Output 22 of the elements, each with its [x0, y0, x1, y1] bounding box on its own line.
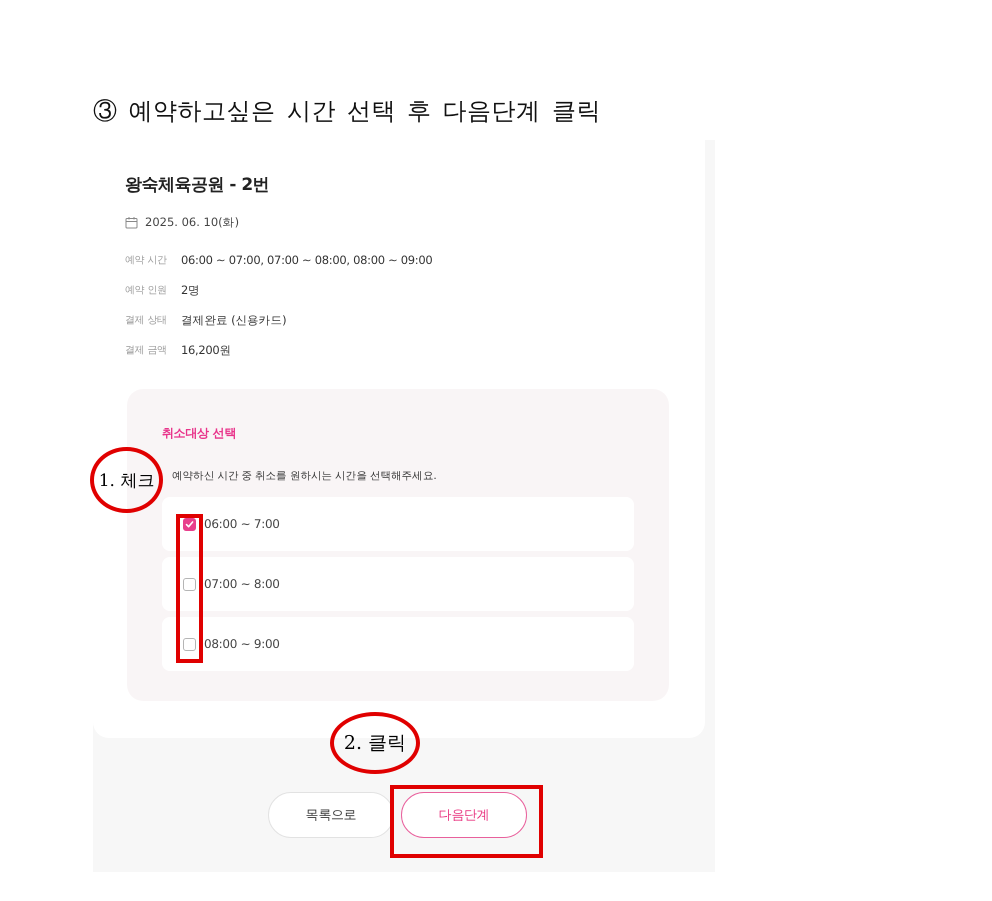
facility-title: 왕숙체육공원 - 2번 [125, 174, 270, 196]
time-option-row[interactable]: 07:00 ~ 8:00 [162, 557, 634, 611]
detail-label: 예약 인원 [125, 284, 168, 297]
detail-value: 결제완료 (신용카드) [181, 312, 286, 328]
time-option-row[interactable]: 06:00 ~ 7:00 [162, 497, 634, 551]
annotation-callout: 1. 체크 [90, 447, 163, 513]
booking-date: 2025. 06. 10(화) [145, 215, 240, 229]
detail-label: 결제 상태 [125, 314, 168, 327]
time-label: 06:00 ~ 7:00 [204, 517, 280, 531]
time-label: 07:00 ~ 8:00 [204, 577, 280, 591]
next-step-button[interactable]: 다음단계 [401, 792, 527, 838]
annotation-callout: 2. 클릭 [330, 712, 420, 774]
instruction-text: 예약하신 시간 중 취소를 원하시는 시간을 선택해주세요. [172, 469, 438, 483]
detail-value: 16,200원 [181, 342, 232, 358]
time-label: 08:00 ~ 9:00 [204, 637, 280, 651]
detail-label: 결제 금액 [125, 344, 168, 357]
section-title: 취소대상 선택 [162, 425, 238, 441]
instruction-heading: ③ 예약하고싶은 시간 선택 후 다음단계 클릭 [92, 96, 602, 126]
detail-value: 2명 [181, 282, 200, 298]
detail-label: 예약 시간 [125, 254, 168, 267]
detail-value: 06:00 ~ 07:00, 07:00 ~ 08:00, 08:00 ~ 09:00 [181, 253, 432, 267]
time-option-row[interactable]: 08:00 ~ 9:00 [162, 617, 634, 671]
